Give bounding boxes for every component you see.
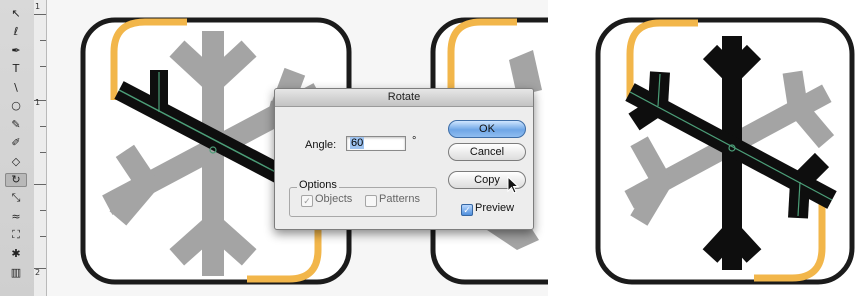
patterns-checkbox[interactable] xyxy=(365,195,377,207)
scale-tool-icon[interactable]: ⤡ xyxy=(5,191,27,205)
pen-tool-icon[interactable]: ✒ xyxy=(5,43,27,57)
paintbrush-tool-icon[interactable]: ✎ xyxy=(5,117,27,131)
preview-checkbox[interactable]: ✓ xyxy=(461,204,473,216)
lasso-tool-icon[interactable]: ℓ xyxy=(5,25,27,39)
type-tool-icon[interactable]: T xyxy=(5,62,27,76)
line-tool-icon[interactable]: \ xyxy=(5,80,27,94)
degree-symbol: ° xyxy=(412,135,417,147)
pencil-tool-icon[interactable]: ✐ xyxy=(5,136,27,150)
rotate-dialog: Rotate Angle: 60 ° OK Cancel Copy Option… xyxy=(274,88,534,230)
ellipse-tool-icon[interactable]: ○ xyxy=(5,99,27,113)
dialog-title: Rotate xyxy=(275,89,533,107)
patterns-label: Patterns xyxy=(379,193,420,205)
direct-selection-tool-icon[interactable]: ↖ xyxy=(5,6,27,20)
ruler-label: 1 xyxy=(35,98,41,107)
eraser-tool-icon[interactable]: ◇ xyxy=(5,154,27,168)
result-artwork xyxy=(595,17,855,285)
ruler-label: 1 xyxy=(35,2,41,11)
rotate-tool-icon[interactable]: ↻ xyxy=(5,172,27,187)
objects-checkbox[interactable]: ✓ xyxy=(301,195,313,207)
angle-input[interactable]: 60 xyxy=(346,136,406,151)
angle-value: 60 xyxy=(350,137,365,149)
angle-label: Angle: xyxy=(305,139,337,151)
mouse-pointer-icon xyxy=(507,176,520,194)
cancel-button[interactable]: Cancel xyxy=(448,143,526,161)
options-label: Options xyxy=(297,179,339,191)
warp-tool-icon[interactable]: ≈ xyxy=(5,210,27,224)
illustrator-screenshot: ↖ ℓ ✒ T \ ○ ✎ ✐ ◇ ↻ ⤡ ≈ ⛶ ✱ ▥ 1 1 2 Rota… xyxy=(0,0,548,296)
graph-tool-icon[interactable]: ▥ xyxy=(5,265,27,279)
preview-label: Preview xyxy=(475,202,515,214)
result-panel xyxy=(548,0,855,296)
ruler-label: 2 xyxy=(35,268,41,277)
tools-panel: ↖ ℓ ✒ T \ ○ ✎ ✐ ◇ ↻ ⤡ ≈ ⛶ ✱ ▥ xyxy=(0,0,35,296)
objects-label: Objects xyxy=(315,193,353,205)
vertical-ruler: 1 1 2 xyxy=(34,0,47,296)
free-transform-tool-icon[interactable]: ⛶ xyxy=(5,228,27,242)
ok-button[interactable]: OK xyxy=(448,120,526,138)
symbol-sprayer-tool-icon[interactable]: ✱ xyxy=(5,247,27,261)
